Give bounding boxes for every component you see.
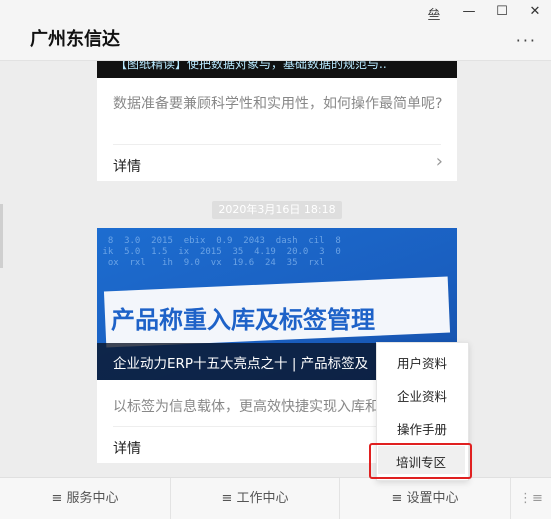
menu-item-training-zone[interactable]: 培训专区 — [376, 452, 467, 471]
chat-title: 广州东信达 — [30, 29, 120, 50]
minimize-button[interactable]: — — [460, 4, 478, 19]
menu-item-user-manual[interactable]: 操作手册 — [377, 419, 468, 438]
menu-item-company-profile[interactable]: 企业资料 — [377, 386, 468, 405]
bottom-menu-bar: ≡ 服务中心 ≡ 工作中心 ≡ 设置中心 ⋮≡ — [0, 477, 551, 519]
detail-link[interactable]: 详情 — [113, 156, 141, 176]
menu-lines-icon: ≡ — [51, 491, 63, 506]
tab-service-center[interactable]: ≡ 服务中心 — [0, 478, 170, 519]
keyboard-toggle-icon[interactable]: ⋮≡ — [511, 478, 551, 519]
more-options-icon[interactable]: ··· — [516, 31, 537, 50]
tab-work-center[interactable]: ≡ 工作中心 — [171, 478, 339, 519]
banner-background-pattern: 8 3.0 2015 ebix 0.9 2043 dash cil 8 ik 5… — [102, 236, 341, 268]
banner-title: 产品称重入库及标签管理 — [111, 306, 375, 334]
title-bar: 广州东信达 亝 — ☐ ✕ ··· — [0, 0, 551, 61]
menu-item-user-profile[interactable]: 用户资料 — [377, 353, 468, 372]
article-description: 数据准备要兼顾科学性和实用性，如何操作最简单呢? — [113, 96, 443, 112]
tab-label: 服务中心 — [66, 491, 119, 506]
maximize-button[interactable]: ☐ — [493, 4, 511, 19]
pin-icon[interactable]: 亝 — [425, 4, 443, 23]
caption-text: 企业动力ERP十五大亮点之十 | 产品标签及 — [113, 356, 369, 372]
tab-label: 工作中心 — [236, 491, 289, 506]
article-banner[interactable]: 【图纸精读】使把数据对象与，基础数据的规范与.. — [97, 61, 457, 78]
menu-lines-icon: ≡ — [391, 491, 403, 506]
detail-link[interactable]: 详情 — [113, 438, 141, 458]
banner-text: 【图纸精读】使把数据对象与，基础数据的规范与.. — [115, 61, 387, 71]
menu-lines-icon: ≡ — [221, 491, 233, 506]
tab-settings-center[interactable]: ≡ 设置中心 — [340, 478, 510, 519]
tab-label: 设置中心 — [406, 491, 459, 506]
close-button[interactable]: ✕ — [526, 4, 544, 19]
timestamp: 2020年3月16日 18:18 — [212, 201, 342, 219]
article-card[interactable]: 【图纸精读】使把数据对象与，基础数据的规范与.. 数据准备要兼顾科学性和实用性，… — [97, 61, 457, 181]
chevron-right-icon[interactable]: › — [436, 151, 443, 172]
divider — [113, 144, 441, 145]
